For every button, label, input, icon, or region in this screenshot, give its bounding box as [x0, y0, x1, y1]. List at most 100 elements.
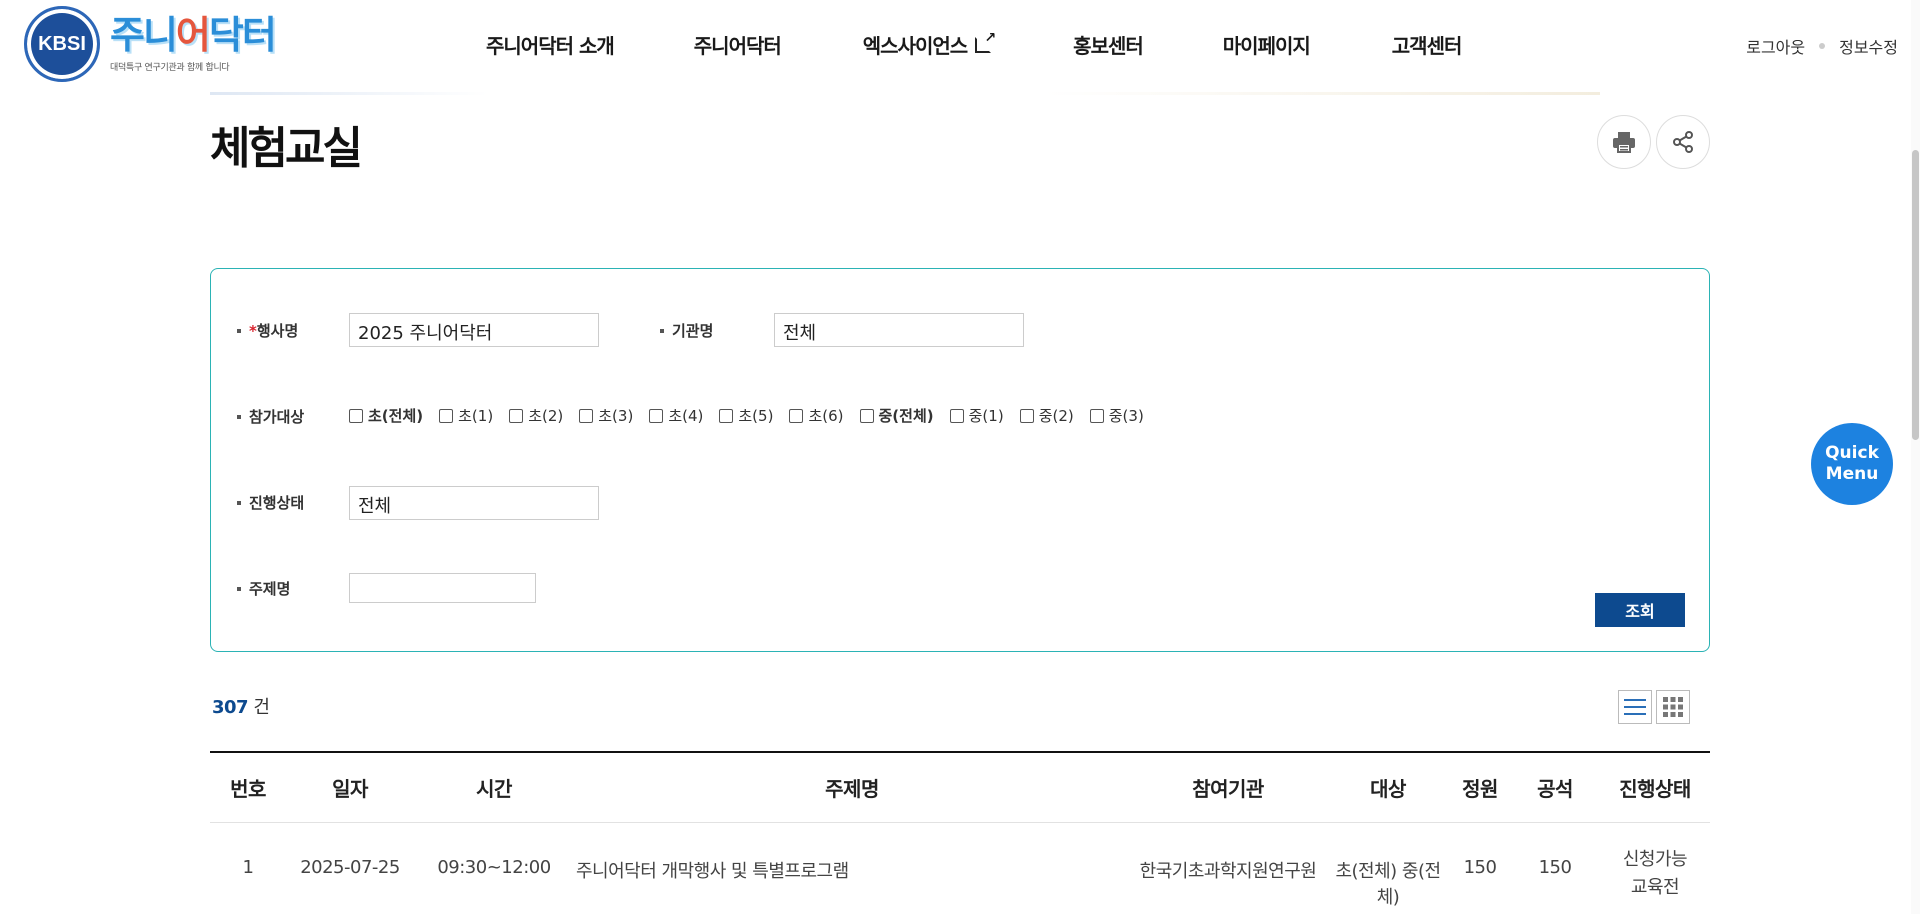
checkbox[interactable] — [579, 408, 594, 423]
grid-view-icon — [1663, 697, 1683, 717]
bullet — [237, 500, 241, 505]
checkbox[interactable] — [789, 408, 804, 423]
checkbox[interactable] — [439, 408, 454, 423]
main-nav: 주니어닥터 소개 주니어닥터 엑스사이언스 홍보센터 마이페이지 고객센터 — [486, 30, 1463, 59]
target-checkbox-elem-2[interactable]: 초(2) — [509, 405, 563, 426]
checkbox[interactable] — [859, 408, 874, 423]
table-row[interactable]: 1 2025-07-25 09:30~12:00 주니어닥터 개막행사 및 특별… — [210, 823, 1710, 914]
table-header: 번호 일자 시간 주제명 참여기관 대상 정원 공석 진행상태 — [210, 751, 1710, 823]
target-checkbox-elem-4[interactable]: 초(4) — [649, 405, 703, 426]
event-name-label-text: 행사명 — [256, 322, 299, 340]
site-logo[interactable]: KBSI 주니어닥터 대덕특구 연구기관과 함께 합니다 — [24, 6, 277, 82]
nav-item-customer-center[interactable]: 고객센터 — [1391, 30, 1463, 59]
col-header-topic: 주제명 — [825, 777, 879, 801]
print-button[interactable] — [1597, 115, 1651, 169]
status-apply-available: 신청가능 — [1622, 849, 1688, 870]
nav-label: 고객센터 — [1391, 34, 1463, 58]
col-header-capacity: 정원 — [1462, 777, 1498, 801]
separator-dot — [1819, 43, 1826, 49]
target-checkbox-middle-3[interactable]: 중(3) — [1089, 405, 1144, 426]
site-header: KBSI 주니어닥터 대덕특구 연구기관과 함께 합니다 주니어닥터 소개 주니… — [0, 0, 1920, 95]
search-form: * 행사명 2025 주니어닥터 기관명 전체 참가대상 초(전체) 초(1) 초… — [210, 268, 1710, 652]
logout-link[interactable]: 로그아웃 — [1746, 34, 1805, 58]
program-table: 번호 일자 시간 주제명 참여기관 대상 정원 공석 진행상태 1 2025-0… — [210, 751, 1710, 914]
grid-view-button[interactable] — [1656, 690, 1690, 724]
checkbox[interactable] — [649, 408, 664, 423]
nav-item-pr-center[interactable]: 홍보센터 — [1073, 30, 1144, 59]
scrollbar-thumb[interactable] — [1912, 150, 1919, 440]
event-name-select[interactable]: 2025 주니어닥터 — [349, 313, 599, 347]
nav-label: 마이페이지 — [1222, 34, 1311, 58]
kbsi-seal-logo: KBSI — [24, 6, 100, 82]
status-label: 진행상태 — [237, 492, 304, 513]
col-header-vacancy: 공석 — [1537, 777, 1573, 801]
target-checkbox-middle-all[interactable]: 중(전체) — [859, 405, 934, 426]
checkbox-label: 중(2) — [1038, 407, 1074, 425]
checkbox[interactable] — [509, 408, 524, 423]
checkbox-label: 초(5) — [738, 407, 774, 425]
printer-icon — [1613, 132, 1635, 153]
col-header-time: 시간 — [476, 777, 512, 801]
nav-label: 주니어닥터 — [693, 34, 782, 58]
target-checkbox-elem-1[interactable]: 초(1) — [439, 405, 493, 426]
checkbox-label: 중(1) — [968, 407, 1004, 425]
nav-item-mypage[interactable]: 마이페이지 — [1222, 30, 1311, 59]
cell-capacity: 150 — [1463, 857, 1497, 878]
brand-name: 주니어닥터 — [110, 16, 277, 54]
share-button[interactable] — [1656, 115, 1710, 169]
external-link-icon — [975, 30, 995, 53]
bullet — [237, 328, 241, 333]
status-label-text: 진행상태 — [249, 494, 305, 512]
col-header-target: 대상 — [1370, 777, 1406, 801]
target-checkbox-elem-3[interactable]: 초(3) — [579, 405, 633, 426]
col-header-no: 번호 — [230, 777, 266, 801]
checkbox-label: 중(3) — [1108, 407, 1144, 425]
cell-topic-link[interactable]: 주니어닥터 개막행사 및 특별프로그램 — [576, 857, 849, 883]
header-decoration — [210, 92, 1600, 95]
result-count-unit: 건 — [253, 697, 270, 718]
utility-links: 로그아웃 정보수정 — [1746, 34, 1898, 58]
bullet — [237, 414, 241, 419]
logo-seal-text: KBSI — [38, 32, 86, 55]
edit-profile-link[interactable]: 정보수정 — [1839, 34, 1898, 58]
quick-menu-label-1: Quick — [1825, 442, 1879, 463]
event-name-label: * 행사명 — [237, 320, 298, 341]
share-icon — [1673, 131, 1693, 153]
checkbox[interactable] — [949, 408, 964, 423]
bullet — [660, 328, 664, 333]
brand-tagline: 대덕특구 연구기관과 함께 합니다 — [110, 62, 230, 73]
target-label-text: 참가대상 — [249, 408, 305, 426]
org-name-select[interactable]: 전체 — [774, 313, 1024, 347]
checkbox[interactable] — [1089, 408, 1104, 423]
quick-menu-button[interactable]: Quick Menu — [1811, 423, 1893, 505]
topic-input[interactable] — [349, 573, 536, 603]
checkbox-label: 초(4) — [668, 407, 704, 425]
search-button[interactable]: 조회 — [1595, 593, 1685, 627]
target-checkbox-elem-6[interactable]: 초(6) — [789, 405, 844, 426]
checkbox[interactable] — [719, 408, 734, 423]
target-checkbox-middle-1[interactable]: 중(1) — [949, 405, 1004, 426]
checkbox-label: 초(6) — [808, 407, 844, 425]
cell-time: 09:30~12:00 — [437, 857, 551, 878]
col-header-date: 일자 — [332, 777, 368, 801]
nav-item-xscience[interactable]: 엑스사이언스 — [862, 30, 995, 59]
target-checkbox-middle-2[interactable]: 중(2) — [1019, 405, 1074, 426]
status-select[interactable]: 전체 — [349, 486, 599, 520]
target-checkbox-elem-5[interactable]: 초(5) — [719, 405, 773, 426]
cell-date: 2025-07-25 — [300, 857, 400, 878]
nav-label: 주니어닥터 소개 — [486, 34, 615, 58]
list-view-button[interactable] — [1618, 690, 1652, 724]
checkbox-label: 초(1) — [458, 407, 494, 425]
nav-item-intro[interactable]: 주니어닥터 소개 — [486, 30, 615, 59]
cell-org: 한국기초과학지원연구원 — [1139, 861, 1317, 882]
target-label: 참가대상 — [237, 406, 304, 427]
checkbox[interactable] — [1019, 408, 1034, 423]
nav-label: 엑스사이언스 — [862, 34, 968, 58]
cell-target: 초(전체) 중(전체) — [1335, 861, 1441, 908]
page-title: 체험교실 — [210, 123, 363, 174]
target-checkbox-elem-all[interactable]: 초(전체) — [349, 405, 423, 426]
scrollbar-track[interactable] — [1911, 0, 1920, 914]
nav-item-juniordoctor[interactable]: 주니어닥터 — [693, 30, 782, 59]
checkbox[interactable] — [349, 408, 363, 423]
col-header-status: 진행상태 — [1619, 777, 1691, 801]
